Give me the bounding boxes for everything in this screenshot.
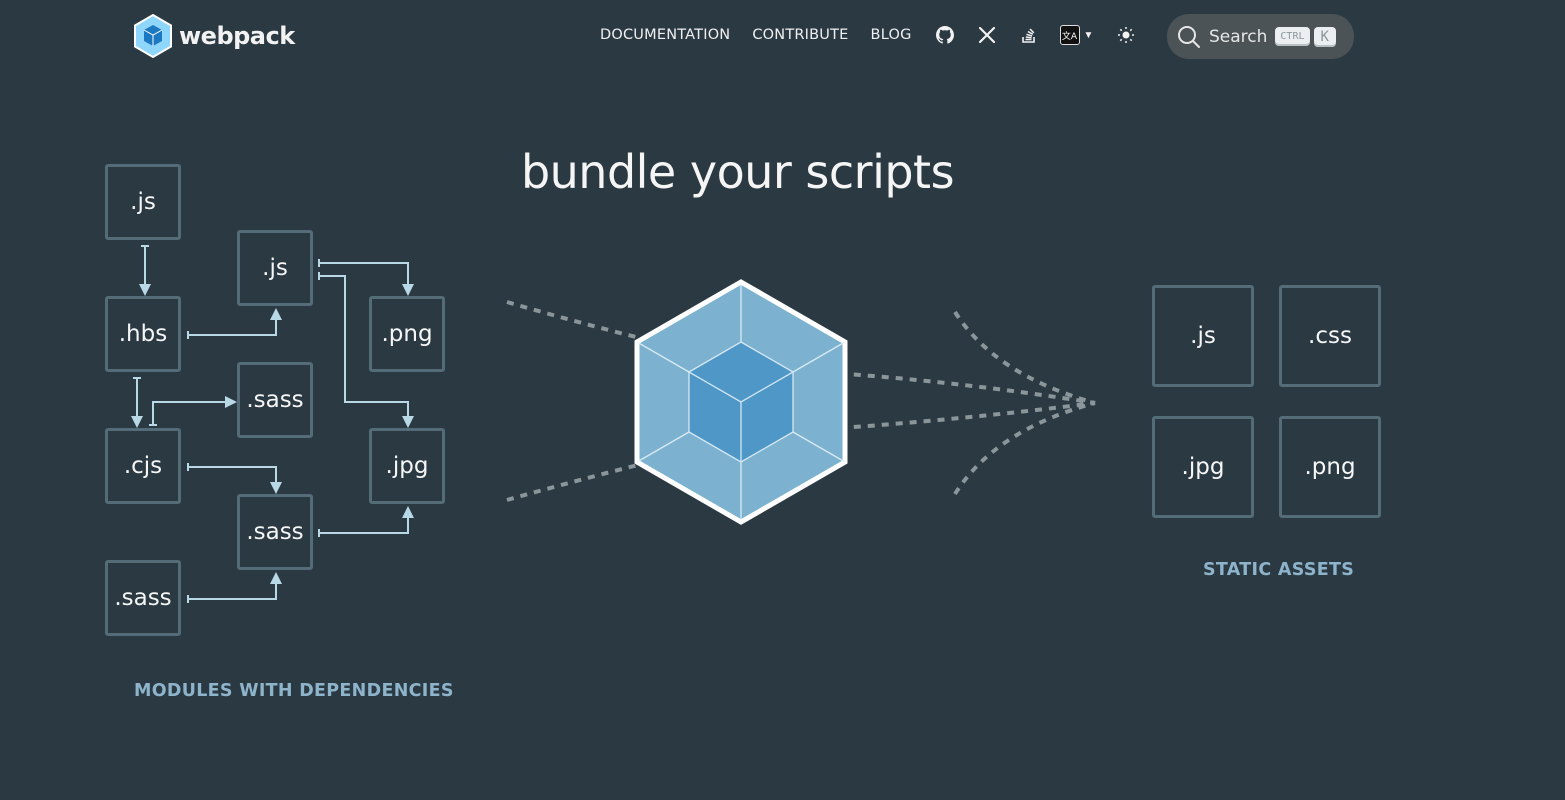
hero-diagram-lines (131, 245, 1096, 603)
module-box: .hbs (105, 296, 181, 372)
module-box: .sass (237, 494, 313, 570)
asset-box: .jpg (1152, 416, 1254, 518)
asset-box: .png (1279, 416, 1381, 518)
flow-line-fan-bottom (953, 401, 1096, 496)
flow-line-fan-top (953, 310, 1096, 405)
module-box: .cjs (105, 428, 181, 504)
dependency-line (319, 506, 414, 534)
assets-caption: STATIC ASSETS (1203, 560, 1355, 580)
asset-box: .css (1279, 285, 1381, 387)
module-box: .sass (105, 560, 181, 636)
module-box: .png (369, 296, 445, 372)
module-box: .sass (237, 362, 313, 438)
asset-box: .js (1152, 285, 1254, 387)
dependency-line (188, 308, 282, 336)
dependency-line (188, 572, 282, 600)
module-box: .jpg (369, 428, 445, 504)
module-box: .js (237, 230, 313, 306)
modules-caption: MODULES WITH DEPENDENCIES (134, 681, 454, 701)
webpack-cube-graphic (634, 279, 848, 525)
dependency-line (152, 396, 237, 425)
module-box: .js (105, 164, 181, 240)
dependency-line (188, 466, 282, 494)
